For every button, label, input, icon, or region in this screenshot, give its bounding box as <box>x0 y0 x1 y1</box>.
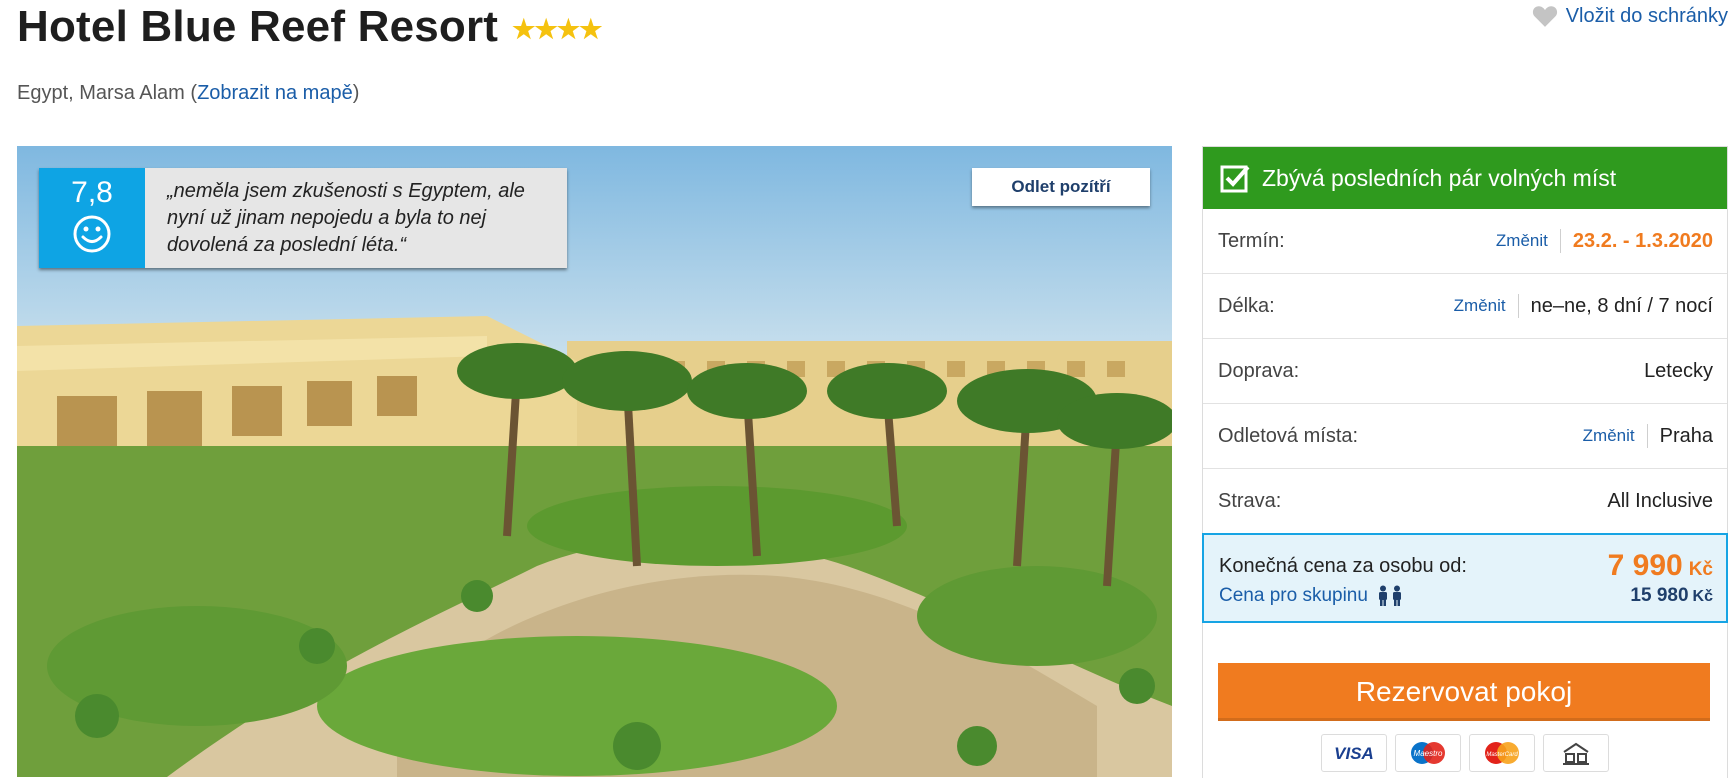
visa-card: VISA <box>1321 734 1387 772</box>
maestro-card: Maestro <box>1395 734 1461 772</box>
reserve-room-button[interactable]: Rezervovat pokoj <box>1218 663 1710 721</box>
price-label: Konečná cena za osobu od: <box>1219 554 1467 577</box>
price-value: 7 990 <box>1607 549 1683 582</box>
review-score: 7,8 <box>71 176 113 209</box>
change-length-link[interactable]: Změnit <box>1454 294 1519 318</box>
availability-text: Zbývá posledních pár volných míst <box>1262 164 1617 191</box>
add-to-wishlist-button[interactable]: Vložit do schránky <box>1532 4 1728 28</box>
hotel-photo[interactable]: 7,8 „neměla jsem zkušenosti s Egyptem, a… <box>17 146 1172 777</box>
board-row: Strava: All Inclusive <box>1203 469 1727 533</box>
hotel-name: Hotel Blue Reef Resort <box>17 2 499 51</box>
mastercard-card: MasterCard <box>1469 734 1535 772</box>
group-people-icon <box>1378 585 1401 606</box>
heart-icon <box>1532 6 1557 27</box>
group-price: 15 980 Kč <box>1630 585 1713 607</box>
checkbox-checked-icon <box>1220 165 1250 193</box>
transport-label: Doprava: <box>1218 359 1300 382</box>
mastercard-logo: MasterCard <box>1485 742 1519 764</box>
term-label: Termín: <box>1218 229 1285 252</box>
bank-transfer-icon <box>1563 742 1589 765</box>
group-price-link[interactable]: Cena pro skupinu <box>1219 585 1630 607</box>
smiley-icon <box>73 215 111 253</box>
show-on-map-link[interactable]: Zobrazit na mapě <box>197 82 353 104</box>
length-value: ne–ne, 8 dní / 7 nocí <box>1530 294 1713 317</box>
hotel-location: Egypt, Marsa Alam (Zobrazit na mapě) <box>17 82 360 104</box>
length-row: Délka: Změnit ne–ne, 8 dní / 7 nocí <box>1203 274 1727 339</box>
price-box: Konečná cena za osobu od: 7 990 Kč Cena p… <box>1202 533 1728 623</box>
group-price-currency: Kč <box>1692 588 1713 605</box>
departure-airport-label: Odletová místa: <box>1218 424 1359 447</box>
group-price-label: Cena pro skupinu <box>1219 585 1368 606</box>
maestro-logo: Maestro <box>1411 742 1445 764</box>
term-value: 23.2. - 1.3.2020 <box>1572 229 1713 252</box>
review-score-badge: 7,8 <box>39 168 145 268</box>
transport-value: Letecky <box>1644 359 1713 382</box>
term-row: Termín: Změnit 23.2. - 1.3.2020 <box>1203 209 1727 274</box>
length-label: Délka: <box>1218 294 1275 317</box>
board-value: All Inclusive <box>1607 489 1713 512</box>
change-departure-airport-link[interactable]: Změnit <box>1583 424 1648 448</box>
maestro-logo-text: Maestro <box>1414 749 1443 758</box>
departure-airport-value: Praha <box>1659 424 1713 447</box>
board-label: Strava: <box>1218 489 1282 512</box>
visa-logo-text: VISA <box>1334 744 1374 763</box>
payment-methods: VISA Maestro MasterCard <box>1321 734 1609 772</box>
departure-airport-row: Odletová místa: Změnit Praha <box>1203 404 1727 469</box>
price-per-person: 7 990 Kč <box>1608 549 1713 583</box>
price-currency: Kč <box>1688 559 1713 580</box>
bank-transfer-card <box>1543 734 1609 772</box>
mastercard-logo-text: MasterCard <box>1486 752 1518 758</box>
star-rating: ★★★★ <box>512 13 602 44</box>
location-text: Egypt, Marsa Alam <box>17 82 185 104</box>
transport-row: Doprava: Letecky <box>1203 339 1727 404</box>
review-quote: „neměla jsem zkušenosti s Egyptem, ale n… <box>167 180 525 256</box>
hotel-title: Hotel Blue Reef Resort ★★★★ <box>17 2 602 52</box>
availability-banner: Zbývá posledních pár volných míst <box>1203 147 1727 209</box>
wishlist-label: Vložit do schránky <box>1565 4 1728 27</box>
group-price-value: 15 980 <box>1630 585 1689 606</box>
departure-badge: Odlet pozítří <box>972 168 1150 206</box>
visa-logo: VISA <box>1334 744 1374 763</box>
review-card: 7,8 „neměla jsem zkušenosti s Egyptem, a… <box>39 168 567 268</box>
change-term-link[interactable]: Změnit <box>1496 229 1561 253</box>
booking-panel: Zbývá posledních pár volných míst Termín… <box>1202 146 1728 778</box>
